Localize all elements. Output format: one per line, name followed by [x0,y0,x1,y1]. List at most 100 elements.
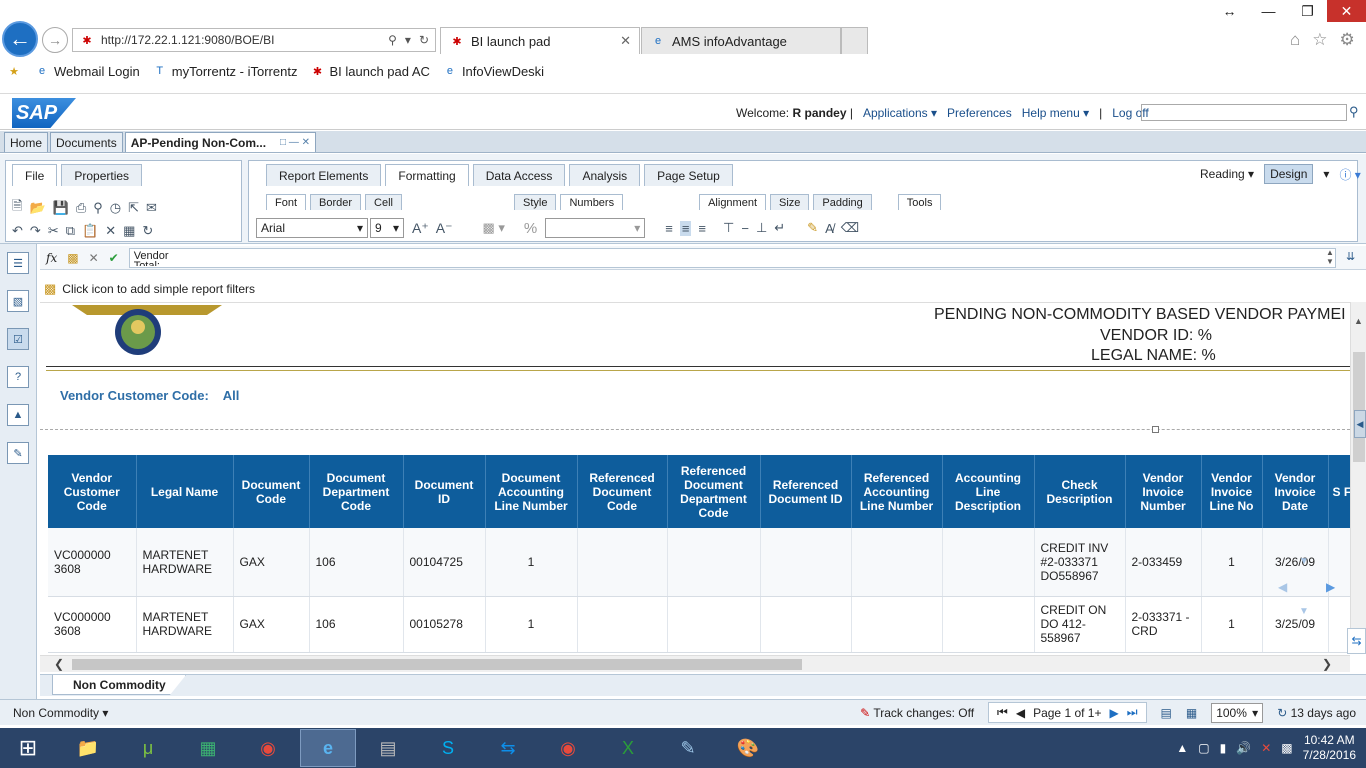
teamviewer-icon[interactable]: ⇆ [1347,628,1366,654]
scroll-left-icon[interactable]: ❮ [54,657,64,671]
scroll-right-icon[interactable]: ❯ [1322,657,1332,671]
font-family-select[interactable]: Arial ▾ [256,218,368,238]
tab-data-access[interactable]: Data Access [472,164,566,186]
scroll-up-icon[interactable]: ▲ [1354,316,1363,326]
paste-icon[interactable]: 📋 [82,223,98,239]
subtab-style[interactable]: Style [514,194,557,210]
number-format-select[interactable]: ▾ [545,218,646,238]
minimize-icon[interactable]: — [1249,0,1288,22]
table-cell[interactable]: MARTENET HARDWARE [136,528,234,597]
table-cell[interactable]: 1 [485,528,578,597]
file-explorer-icon[interactable]: 📁 [60,729,116,767]
align-middle-icon[interactable]: − [741,221,749,236]
collapse-panel-icon[interactable]: ◀ [1354,410,1366,438]
tab-formatting[interactable]: Formatting [385,164,469,186]
next-page-icon[interactable]: ▶ [1109,706,1118,720]
column-header[interactable]: Document Accounting Line Number [485,455,578,528]
subtab-tools[interactable]: Tools [897,194,942,210]
column-header[interactable]: Check Description [1034,455,1126,528]
report-tab-non-commodity[interactable]: Non Commodity [52,675,186,695]
table-cell[interactable]: 3/25/09 [1262,596,1329,653]
copy-icon[interactable]: ⧉ [66,223,75,239]
clear-format-icon[interactable]: ⌫ [841,220,859,236]
column-header[interactable]: Legal Name [136,455,234,528]
formula-scroll-icon[interactable]: ▲ ▼ [1324,248,1336,268]
help-icon[interactable]: ⓘ ▾ [1339,166,1360,183]
scroll-thumb[interactable] [72,659,802,670]
decrease-font-icon[interactable]: A⁻ [436,220,453,237]
table-cell[interactable] [760,596,852,653]
track-changes-status[interactable]: ✎ Track changes: Off [860,706,974,720]
add-filter-icon[interactable]: ▩ [44,281,56,297]
table-cell[interactable] [760,528,852,597]
chevron-down-icon[interactable]: ▾ [1323,167,1329,181]
variable-editor-icon[interactable]: ▩ [67,251,78,265]
column-header[interactable]: Document Department Code [309,455,404,528]
favorite-webmail[interactable]: e Webmail Login [34,63,140,79]
home-icon[interactable]: ⌂ [1290,30,1300,50]
column-header[interactable]: Vendor Invoice Line No [1201,455,1263,528]
cancel-formula-icon[interactable]: ✕ [89,251,99,265]
table-cell[interactable]: 00105278 [403,596,486,653]
export-icon[interactable]: ⇱ [128,200,139,216]
back-button[interactable]: ← [2,21,38,57]
email-icon[interactable]: ✉ [146,200,157,216]
sap-search-input[interactable] [1141,104,1347,121]
subtab-size[interactable]: Size [770,194,810,210]
favorite-mytorrentz[interactable]: TmyTorrentz - iTorrentz [152,63,297,79]
column-header[interactable]: Vendor Invoice Number [1125,455,1202,528]
table-cell[interactable]: VC000000 3608 [48,596,137,653]
notes-icon[interactable]: ✎ [660,729,716,767]
table-cell[interactable] [667,596,761,653]
tray-battery-icon[interactable]: ▮ [1220,741,1227,755]
increase-font-icon[interactable]: A⁺ [412,220,429,237]
dropdown-icon[interactable]: ▾ [405,33,411,47]
store-icon[interactable]: ▦ [180,729,236,767]
horizontal-scrollbar[interactable]: ❮ ❯ [40,655,1350,672]
browser-tab-ams[interactable]: e AMS infoAdvantage [641,27,841,54]
refresh-icon[interactable]: ↻ [419,33,429,47]
find-icon[interactable]: ⚲ [93,200,103,216]
column-header[interactable]: Referenced Accounting Line Number [851,455,943,528]
help-menu[interactable]: Help menu ▾ [1022,106,1089,120]
help-question-icon[interactable]: ? [7,366,29,388]
resize-icon[interactable]: ↔ [1210,0,1249,22]
tab-properties[interactable]: Properties [61,164,143,186]
internet-explorer-icon[interactable]: e [300,729,356,767]
open-folder-icon[interactable]: 📂 [29,200,45,216]
tab-window-icons[interactable]: □ — ✕ [280,137,310,148]
table-cell[interactable] [942,596,1035,653]
settings-gear-icon[interactable]: ⚙ [1340,30,1355,50]
applications-menu[interactable]: Applications ▾ [863,106,937,120]
table-cell[interactable]: CREDIT INV #2-033371 DO558967 [1034,528,1126,597]
align-right-icon[interactable]: ≡ [698,221,706,236]
format-painter-icon[interactable]: ✎ [807,220,818,236]
favorite-infoview[interactable]: e InfoViewDeski [442,63,544,79]
tab-page-setup[interactable]: Page Setup [644,164,733,186]
table-cell[interactable]: 00104725 [403,528,486,597]
vertical-scrollbar[interactable]: ▲ [1350,302,1366,654]
subtab-border[interactable]: Border [310,194,362,210]
expand-formula-icon[interactable]: ⇊ [1346,250,1355,263]
align-bottom-icon[interactable]: ⊥ [756,220,767,236]
refresh-data-icon[interactable]: ↻ [142,223,153,239]
new-tab-button[interactable] [841,27,868,54]
tab-current-document[interactable]: AP-Pending Non-Com... □ — ✕ [124,132,317,152]
search-icon[interactable]: ⚲ [388,33,397,47]
chrome-app-icon[interactable]: ◉ [540,729,596,767]
tray-signal-icon[interactable]: ▩ [1281,741,1292,755]
new-document-icon[interactable]: 🗎 [12,197,22,219]
document-structure-icon[interactable]: ✎ [7,442,29,464]
print-icon[interactable]: ⎙ [76,200,86,216]
utorrent-icon[interactable]: μ [120,729,176,767]
redo-icon[interactable]: ↷ [30,223,41,239]
save-icon[interactable]: 💾 [53,200,69,216]
refresh-status[interactable]: ↻ 13 days ago [1277,706,1356,720]
table-cell[interactable] [577,596,668,653]
tab-home[interactable]: Home [4,132,49,152]
column-header[interactable]: Accounting Line Description [942,455,1035,528]
style-icon[interactable]: ▩ ▾ [482,220,504,236]
chrome-icon[interactable]: ◉ [240,729,296,767]
address-bar[interactable]: ✱ http://172.22.1.121:9080/BOE/BI ⚲ ▾ ↻ [72,28,436,52]
scroll-down-arrow-icon[interactable]: ▼ [1299,556,1309,567]
